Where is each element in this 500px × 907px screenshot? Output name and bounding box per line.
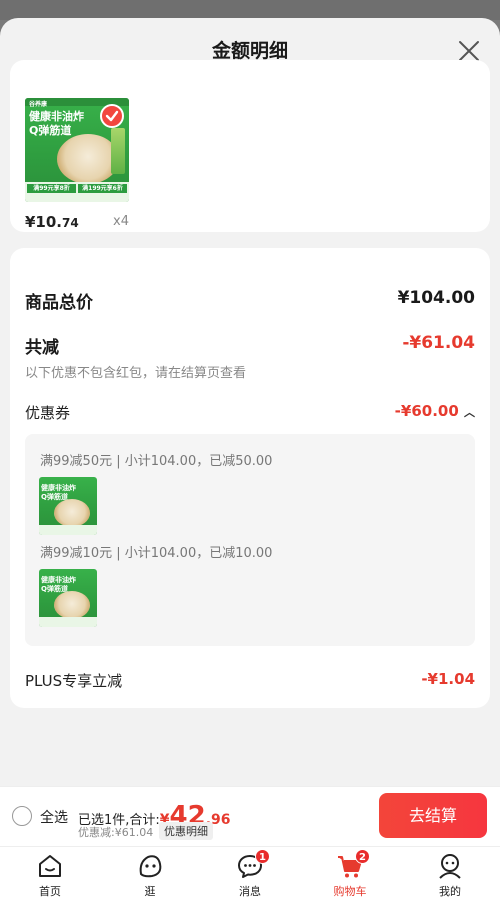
total-discount-label: 共减 bbox=[25, 338, 59, 358]
home-icon bbox=[39, 855, 61, 877]
coupon-toggle[interactable]: -¥60.00 ︿ bbox=[395, 402, 475, 420]
tab-cart[interactable]: 2 购物车 bbox=[320, 848, 380, 906]
dimmed-background[interactable] bbox=[0, 0, 500, 20]
tab-profile[interactable]: 我的 bbox=[420, 848, 480, 906]
tab-home[interactable]: 首页 bbox=[20, 848, 80, 906]
plus-discount-label: PLUS专享立减 bbox=[25, 672, 123, 690]
tab-browse[interactable]: 逛 bbox=[120, 848, 180, 906]
coupon-line-1: 满99减50元 | 小计104.00，已减50.00 bbox=[40, 454, 273, 469]
selected-check-icon bbox=[100, 104, 124, 128]
checkout-button[interactable]: 去结算 bbox=[379, 793, 487, 838]
face-icon bbox=[139, 855, 162, 878]
profile-icon bbox=[439, 854, 461, 879]
sheet-title: 金额明细 bbox=[211, 40, 288, 62]
goods-total-value: ¥104.00 bbox=[397, 288, 475, 308]
total-discount-value: -¥61.04 bbox=[402, 333, 475, 353]
coupon-product-image-2: 健康非油炸 Q弹筋道 bbox=[39, 569, 97, 627]
cart-badge: 2 bbox=[355, 849, 370, 864]
coupon-label: 优惠券 bbox=[25, 404, 71, 422]
chevron-up-icon: ︿ bbox=[464, 406, 475, 419]
discount-note: 以下优惠不包含红包，请在结算页查看 bbox=[25, 366, 247, 381]
select-all-radio[interactable] bbox=[12, 806, 32, 826]
coupon-product-image-1: 健康非油炸 Q弹筋道 bbox=[39, 477, 97, 535]
coupon-line-2: 满99减10元 | 小计104.00，已减10.00 bbox=[40, 546, 273, 561]
goods-total-label: 商品总价 bbox=[25, 293, 93, 313]
discount-detail-button[interactable]: 优惠明细 bbox=[159, 822, 213, 840]
saved-amount: 优惠减:¥61.04 bbox=[78, 826, 154, 839]
select-all-label[interactable]: 全选 bbox=[40, 807, 68, 827]
message-badge: 1 bbox=[255, 849, 270, 864]
plus-discount-value: -¥1.04 bbox=[421, 670, 475, 688]
item-quantity: x4 bbox=[113, 214, 129, 229]
tab-messages[interactable]: 1 消息 bbox=[220, 848, 280, 906]
item-price: ¥10.74 bbox=[25, 213, 79, 231]
